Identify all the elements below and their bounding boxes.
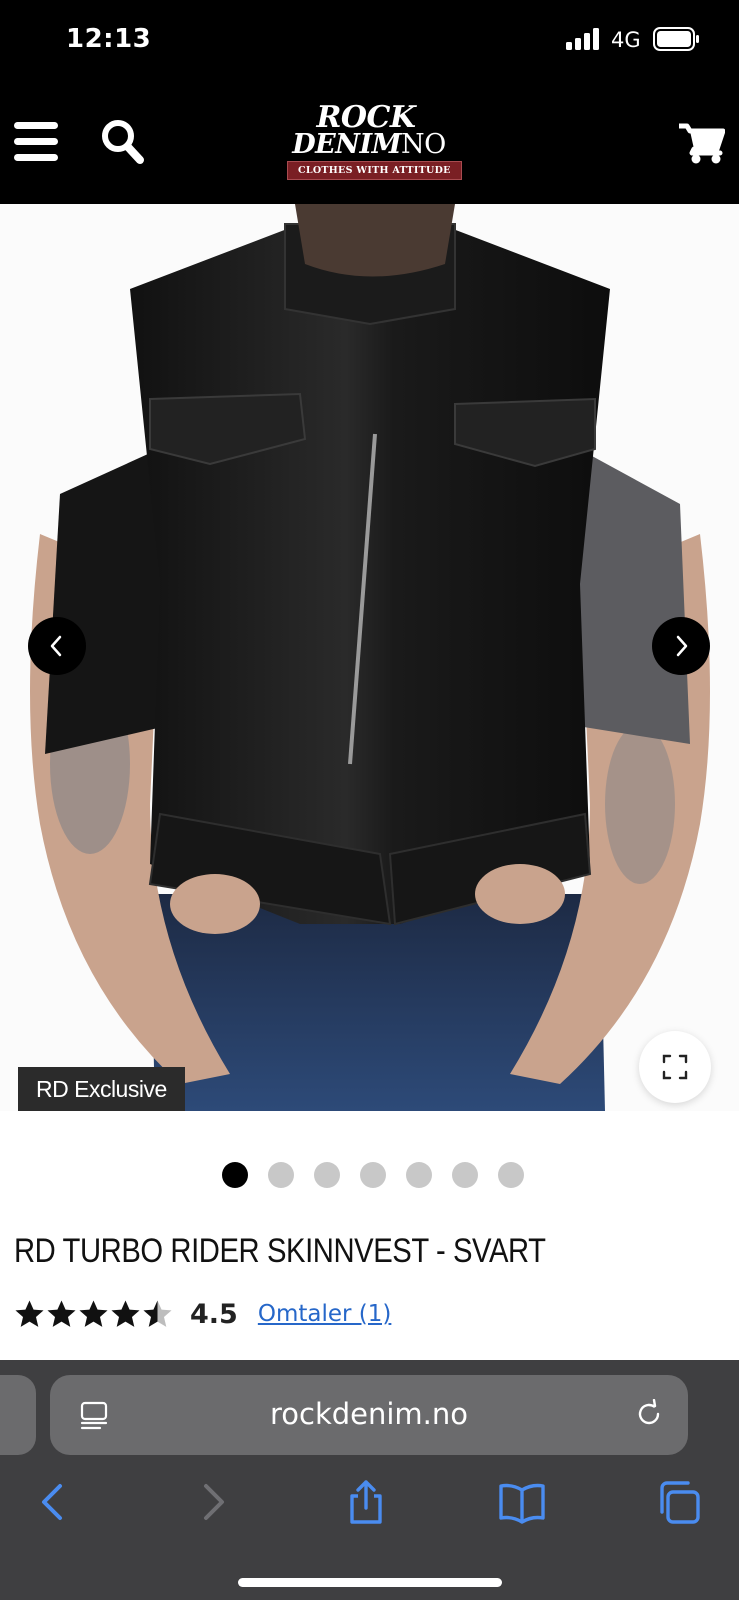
network-label: 4G (611, 28, 641, 52)
star-icon (47, 1299, 76, 1327)
gallery-dot[interactable] (452, 1162, 478, 1188)
next-image-button[interactable] (652, 617, 710, 675)
reload-icon[interactable] (634, 1399, 664, 1429)
previous-tab-preview[interactable] (0, 1375, 36, 1455)
logo-rock: ROCK (316, 100, 416, 135)
signal-icon (566, 28, 599, 50)
product-title: RD TURBO RIDER SKINNVEST - SVART (14, 1232, 546, 1270)
status-time: 12:13 (66, 24, 152, 54)
product-image-gallery[interactable]: RD Exclusive (0, 204, 739, 1111)
battery-icon (653, 27, 699, 51)
product-photo (0, 204, 739, 1111)
star-icon (111, 1299, 140, 1327)
url-text: rockdenim.no (269, 1397, 469, 1431)
rating-stars (14, 1299, 174, 1330)
gallery-dot[interactable] (498, 1162, 524, 1188)
site-logo[interactable]: ROCK DENIMNO CLOTHES WITH ATTITUDE (287, 103, 462, 180)
gallery-dot[interactable] (406, 1162, 432, 1188)
browser-toolbar: rockdenim.no (0, 1360, 739, 1600)
chevron-left-icon (50, 635, 62, 657)
star-icon (15, 1299, 44, 1327)
bookmarks-icon[interactable] (498, 1478, 546, 1526)
star-icon (143, 1299, 172, 1327)
site-header: ROCK DENIMNO CLOTHES WITH ATTITUDE (0, 82, 739, 204)
rating-value: 4.5 (190, 1298, 238, 1330)
cart-icon[interactable] (679, 122, 725, 164)
status-bar: 12:13 4G (0, 0, 739, 82)
gallery-dot[interactable] (222, 1162, 248, 1188)
gallery-pagination (222, 1162, 524, 1188)
star-icon (79, 1299, 108, 1327)
home-indicator[interactable] (238, 1578, 502, 1587)
address-bar[interactable]: rockdenim.no (50, 1375, 688, 1455)
previous-image-button[interactable] (28, 617, 86, 675)
exclusive-badge: RD Exclusive (18, 1067, 185, 1111)
search-icon[interactable] (100, 118, 144, 164)
forward-icon[interactable] (188, 1478, 236, 1526)
chevron-right-icon (676, 635, 688, 657)
menu-icon[interactable] (14, 122, 58, 162)
reviews-link[interactable]: Omtaler (1) (258, 1301, 392, 1327)
product-rating: 4.5 Omtaler (1) (14, 1294, 391, 1334)
logo-tagline: CLOTHES WITH ATTITUDE (287, 161, 462, 180)
gallery-dot[interactable] (314, 1162, 340, 1188)
logo-denim: DENIMNO (292, 129, 446, 160)
gallery-dot[interactable] (268, 1162, 294, 1188)
share-icon[interactable] (342, 1478, 390, 1526)
tabs-icon[interactable] (654, 1478, 702, 1526)
gallery-dot[interactable] (360, 1162, 386, 1188)
fullscreen-button[interactable] (639, 1031, 711, 1103)
expand-icon (662, 1054, 688, 1080)
back-icon[interactable] (30, 1478, 78, 1526)
